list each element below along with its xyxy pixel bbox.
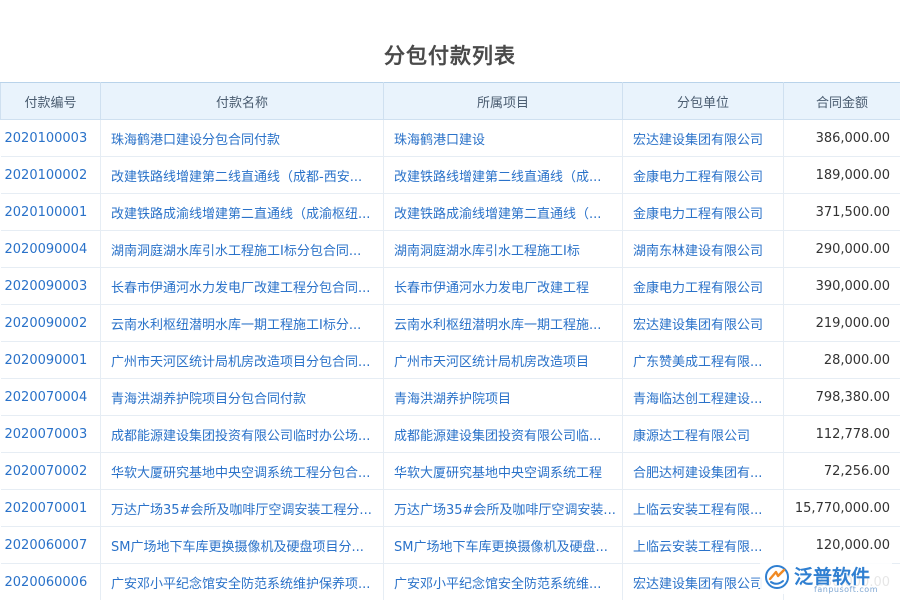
table-row[interactable]: 2020070002 华软大厦研究基地中央空调系统工程分包合... 华软大厦研究基地… [0, 452, 900, 490]
page: 分包付款列表 付款编号 付款名称 所属项目 分包单位 合同金额 20201000… [0, 0, 900, 600]
header-payment-no[interactable]: 付款编号 [0, 82, 101, 120]
cell-project[interactable]: 成都能源建设集团投资有限公司临... [383, 415, 623, 453]
cell-project[interactable]: 改建铁路线增建第二线直通线（成... [383, 156, 623, 194]
table-row[interactable]: 2020070003 成都能源建设集团投资有限公司临时办公场... 成都能源建设集团… [0, 415, 900, 453]
table-row[interactable]: 2020090004 湖南洞庭湖水库引水工程施工Ⅰ标分包合同... 湖南洞庭湖水库引… [0, 230, 900, 268]
cell-project[interactable]: 改建铁路成渝线增建第二直通线（... [383, 193, 623, 231]
cell-project[interactable]: 长春市伊通河水力发电厂改建工程 [383, 267, 623, 305]
page-title: 分包付款列表 [384, 44, 516, 68]
table-row[interactable]: 2020100003 珠海鹤港口建设分包合同付款 珠海鹤港口建设 宏达建设集团有限公司… [0, 119, 900, 157]
cell-contract-amount: 386,000.00 [783, 119, 900, 157]
cell-subcontractor[interactable]: 上临云安装工程有限... [622, 526, 784, 564]
cell-payment-name[interactable]: 成都能源建设集团投资有限公司临时办公场... [100, 415, 384, 453]
cell-subcontractor[interactable]: 金康电力工程有限公司 [622, 267, 784, 305]
cell-contract-amount: 189,000.00 [783, 156, 900, 194]
cell-payment-no[interactable]: 2020060007 [0, 526, 101, 564]
cell-subcontractor[interactable]: 金康电力工程有限公司 [622, 193, 784, 231]
cell-project[interactable]: 青海洪湖养护院项目 [383, 378, 623, 416]
cell-payment-name[interactable]: 青海洪湖养护院项目分包合同付款 [100, 378, 384, 416]
cell-payment-no[interactable]: 2020100001 [0, 193, 101, 231]
cell-contract-amount: 15,770,000.00 [783, 489, 900, 527]
table-header: 付款编号 付款名称 所属项目 分包单位 合同金额 [0, 82, 900, 120]
cell-payment-no[interactable]: 2020070003 [0, 415, 101, 453]
payment-table: 付款编号 付款名称 所属项目 分包单位 合同金额 2020100003 珠海鹤港口… [0, 82, 900, 600]
cell-project[interactable]: SM广场地下车库更换摄像机及硬盘... [383, 526, 623, 564]
table-row[interactable]: 2020100002 改建铁路线增建第二线直通线（成都-西安... 改建铁路线增建第… [0, 156, 900, 194]
cell-subcontractor[interactable]: 上临云安装工程有限... [622, 489, 784, 527]
header-subcontractor[interactable]: 分包单位 [622, 82, 784, 120]
cell-payment-no[interactable]: 2020060006 [0, 563, 101, 600]
cell-payment-name[interactable]: 珠海鹤港口建设分包合同付款 [100, 119, 384, 157]
cell-payment-name[interactable]: 广州市天河区统计局机房改造项目分包合同... [100, 341, 384, 379]
cell-contract-amount: 120,000.00 [783, 526, 900, 564]
header-row: 付款编号 付款名称 所属项目 分包单位 合同金额 [0, 82, 900, 120]
header-project[interactable]: 所属项目 [383, 82, 623, 120]
cell-payment-no[interactable]: 2020090003 [0, 267, 101, 305]
cell-subcontractor[interactable]: 康源达工程有限公司 [622, 415, 784, 453]
table-row[interactable]: 2020100001 改建铁路成渝线增建第二直通线（成渝枢纽... 改建铁路成渝线增… [0, 193, 900, 231]
cell-payment-name[interactable]: 改建铁路成渝线增建第二直通线（成渝枢纽... [100, 193, 384, 231]
cell-project[interactable]: 万达广场35#会所及咖啡厅空调安装... [383, 489, 623, 527]
cell-project[interactable]: 华软大厦研究基地中央空调系统工程 [383, 452, 623, 490]
cell-payment-name[interactable]: 华软大厦研究基地中央空调系统工程分包合... [100, 452, 384, 490]
table-row[interactable]: 2020090003 长春市伊通河水力发电厂改建工程分包合同... 长春市伊通河水力… [0, 267, 900, 305]
cell-contract-amount: 390,000.00 [783, 267, 900, 305]
cell-subcontractor[interactable]: 湖南东林建设有限公司 [622, 230, 784, 268]
table-body: 2020100003 珠海鹤港口建设分包合同付款 珠海鹤港口建设 宏达建设集团有限公司… [0, 119, 900, 600]
cell-contract-amount: 112,778.00 [783, 415, 900, 453]
cell-contract-amount: 28,000.00 [783, 341, 900, 379]
cell-contract-amount: 798,380.00 [783, 378, 900, 416]
cell-project[interactable]: 珠海鹤港口建设 [383, 119, 623, 157]
header-payment-name[interactable]: 付款名称 [100, 82, 384, 120]
cell-payment-no[interactable]: 2020090001 [0, 341, 101, 379]
cell-contract-amount: 290,000.00 [783, 230, 900, 268]
table-row[interactable]: 2020070004 青海洪湖养护院项目分包合同付款 青海洪湖养护院项目 青海临达创工… [0, 378, 900, 416]
table-row[interactable]: 2020090001 广州市天河区统计局机房改造项目分包合同... 广州市天河区统计… [0, 341, 900, 379]
table-row[interactable]: 2020070001 万达广场35#会所及咖啡厅空调安装工程分... 万达广场35#… [0, 489, 900, 527]
cell-subcontractor[interactable]: 青海临达创工程建设... [622, 378, 784, 416]
cell-contract-amount: 219,000.00 [783, 304, 900, 342]
cell-project[interactable]: 云南水利枢纽潜明水库一期工程施... [383, 304, 623, 342]
cell-contract-amount: 371,500.00 [783, 193, 900, 231]
cell-payment-no[interactable]: 2020070002 [0, 452, 101, 490]
cell-payment-name[interactable]: 广安邓小平纪念馆安全防范系统维护保养项... [100, 563, 384, 600]
cell-payment-name[interactable]: 长春市伊通河水力发电厂改建工程分包合同... [100, 267, 384, 305]
cell-subcontractor[interactable]: 合肥达柯建设集团有... [622, 452, 784, 490]
brand-url: fanpusoft.com [814, 585, 878, 594]
cell-subcontractor[interactable]: 宏达建设集团有限公司 [622, 119, 784, 157]
cell-payment-name[interactable]: SM广场地下车库更换摄像机及硬盘项目分... [100, 526, 384, 564]
cell-payment-no[interactable]: 2020100002 [0, 156, 101, 194]
cell-payment-no[interactable]: 2020070001 [0, 489, 101, 527]
cell-contract-amount: 72,256.00 [783, 452, 900, 490]
cell-payment-no[interactable]: 2020070004 [0, 378, 101, 416]
cell-payment-no[interactable]: 2020090004 [0, 230, 101, 268]
table-row[interactable]: 2020090002 云南水利枢纽潜明水库一期工程施工Ⅰ标分... 云南水利枢纽潜明… [0, 304, 900, 342]
cell-payment-name[interactable]: 云南水利枢纽潜明水库一期工程施工Ⅰ标分... [100, 304, 384, 342]
cell-subcontractor[interactable]: 广东赞美成工程有限... [622, 341, 784, 379]
cell-payment-name[interactable]: 改建铁路线增建第二线直通线（成都-西安... [100, 156, 384, 194]
cell-payment-name[interactable]: 万达广场35#会所及咖啡厅空调安装工程分... [100, 489, 384, 527]
cell-project[interactable]: 广州市天河区统计局机房改造项目 [383, 341, 623, 379]
cell-subcontractor[interactable]: 金康电力工程有限公司 [622, 156, 784, 194]
fanpu-logo-icon [765, 565, 789, 589]
table-row[interactable]: 2020060007 SM广场地下车库更换摄像机及硬盘项目分... SM广场地下车库… [0, 526, 900, 564]
header-contract-amount[interactable]: 合同金额 [783, 82, 900, 120]
cell-subcontractor[interactable]: 宏达建设集团有限公司 [622, 304, 784, 342]
brand-logo: 泛普软件 fanpusoft.com [760, 560, 892, 594]
cell-payment-name[interactable]: 湖南洞庭湖水库引水工程施工Ⅰ标分包合同... [100, 230, 384, 268]
cell-project[interactable]: 广安邓小平纪念馆安全防范系统维... [383, 563, 623, 600]
cell-project[interactable]: 湖南洞庭湖水库引水工程施工Ⅰ标 [383, 230, 623, 268]
cell-payment-no[interactable]: 2020090002 [0, 304, 101, 342]
cell-payment-no[interactable]: 2020100003 [0, 119, 101, 157]
